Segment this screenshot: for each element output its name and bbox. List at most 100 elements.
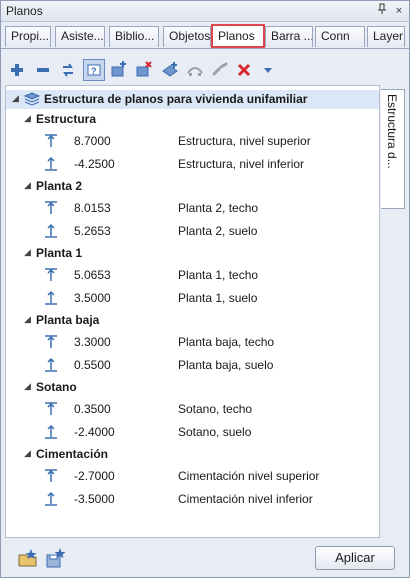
level-bottom-icon <box>42 490 60 508</box>
tree-group[interactable]: ◢ Sotano <box>6 378 379 396</box>
level-bottom-icon <box>42 289 60 307</box>
level-row[interactable]: -2.7000 Cimentación nivel superior <box>6 465 379 487</box>
level-description[interactable]: Planta 2, techo <box>178 201 258 215</box>
tab-propiedades[interactable]: Propi... <box>5 26 51 47</box>
collapse-icon[interactable]: ◢ <box>24 314 31 325</box>
collapse-icon[interactable]: ◢ <box>24 247 31 258</box>
level-top-icon <box>42 400 60 418</box>
level-top-icon <box>42 132 60 150</box>
plan-stack-icon <box>23 92 41 106</box>
level-description[interactable]: Estructura, nivel inferior <box>178 157 304 171</box>
level-value[interactable]: 8.0153 <box>74 201 111 215</box>
collapse-icon[interactable]: ◢ <box>24 381 31 392</box>
level-row[interactable]: 5.0653 Planta 1, techo <box>6 264 379 286</box>
link-icon[interactable] <box>209 59 231 81</box>
title-bar: Planos × <box>1 1 409 22</box>
level-top-icon <box>42 199 60 217</box>
level-description[interactable]: Planta baja, techo <box>178 335 274 349</box>
close-icon[interactable]: × <box>392 3 406 19</box>
add-level-icon[interactable] <box>159 59 181 81</box>
level-description[interactable]: Planta 1, suelo <box>178 291 257 305</box>
level-row[interactable]: -3.5000 Cimentación nivel inferior <box>6 488 379 510</box>
tree-group[interactable]: ◢ Estructura <box>6 110 379 128</box>
side-tab-label: Estructura d... <box>385 94 399 169</box>
group-label: Planta baja <box>36 313 100 327</box>
level-row[interactable]: 0.3500 Sotano, techo <box>6 398 379 420</box>
group-label: Cimentación <box>36 447 109 461</box>
level-value[interactable]: -4.2500 <box>74 157 115 171</box>
level-description[interactable]: Sotano, techo <box>178 402 252 416</box>
level-mode-icon[interactable]: ? <box>83 59 105 81</box>
save-favorite-icon[interactable] <box>45 547 67 569</box>
level-row[interactable]: 0.5500 Planta baja, suelo <box>6 354 379 376</box>
tree-group[interactable]: ◢ Planta 2 <box>6 177 379 195</box>
level-top-icon <box>42 467 60 485</box>
plan-tree: ◢ Estructura de planos para vivienda uni… <box>5 85 380 538</box>
level-description[interactable]: Cimentación nivel superior <box>178 469 319 483</box>
remove-icon[interactable] <box>32 59 54 81</box>
level-description[interactable]: Planta 1, techo <box>178 268 258 282</box>
level-row[interactable]: 3.5000 Planta 1, suelo <box>6 287 379 309</box>
add-icon[interactable] <box>6 59 28 81</box>
level-description[interactable]: Planta baja, suelo <box>178 358 273 372</box>
level-row[interactable]: 8.0153 Planta 2, techo <box>6 197 379 219</box>
collapse-icon[interactable]: ◢ <box>24 448 31 459</box>
group-label: Planta 1 <box>36 246 83 260</box>
side-tab-structure[interactable]: Estructura d... <box>381 89 405 209</box>
tab-bibliotecas[interactable]: Biblio... <box>109 26 159 47</box>
level-description[interactable]: Estructura, nivel superior <box>178 134 311 148</box>
level-value[interactable]: 3.3000 <box>74 335 111 349</box>
collapse-icon[interactable]: ◢ <box>24 180 31 191</box>
tree-group[interactable]: ◢ Planta baja <box>6 311 379 329</box>
open-folder-icon[interactable] <box>17 547 39 569</box>
level-description[interactable]: Cimentación nivel inferior <box>178 492 313 506</box>
level-description[interactable]: Planta 2, suelo <box>178 224 257 238</box>
group-label: Sotano <box>36 380 77 394</box>
level-row[interactable]: -2.4000 Sotano, suelo <box>6 421 379 443</box>
footer-bar: Aplicar <box>1 539 409 577</box>
level-row[interactable]: 5.2653 Planta 2, suelo <box>6 220 379 242</box>
panel-title: Planos <box>6 4 43 18</box>
level-value[interactable]: 0.5500 <box>74 358 111 372</box>
group-label: Estructura <box>36 112 97 126</box>
add-plan-icon[interactable] <box>108 59 130 81</box>
level-value[interactable]: -2.7000 <box>74 469 115 483</box>
level-value[interactable]: -2.4000 <box>74 425 115 439</box>
toolbar: ? <box>1 56 409 84</box>
apply-button[interactable]: Aplicar <box>315 546 395 570</box>
level-value[interactable]: 5.0653 <box>74 268 111 282</box>
tab-connect[interactable]: Conn <box>315 26 365 47</box>
group-label: Planta 2 <box>36 179 83 193</box>
tab-barra[interactable]: Barra ... <box>265 26 313 47</box>
level-value[interactable]: 0.3500 <box>74 402 111 416</box>
tree-group[interactable]: ◢ Planta 1 <box>6 244 379 262</box>
level-row[interactable]: 8.7000 Estructura, nivel superior <box>6 130 379 152</box>
level-value[interactable]: -3.5000 <box>74 492 115 506</box>
level-bottom-icon <box>42 356 60 374</box>
svg-text:?: ? <box>91 66 97 76</box>
delete-plan-icon[interactable] <box>133 59 155 81</box>
level-description[interactable]: Sotano, suelo <box>178 425 251 439</box>
swap-icon[interactable] <box>57 59 79 81</box>
collapse-icon[interactable]: ◢ <box>12 93 19 104</box>
tab-objetos[interactable]: Objetos <box>163 26 211 47</box>
level-value[interactable]: 8.7000 <box>74 134 111 148</box>
pin-icon[interactable] <box>375 3 389 19</box>
level-row[interactable]: -4.2500 Estructura, nivel inferior <box>6 153 379 175</box>
hide-icon[interactable] <box>184 59 206 81</box>
tree-root[interactable]: ◢ Estructura de planos para vivienda uni… <box>6 90 379 109</box>
level-value[interactable]: 5.2653 <box>74 224 111 238</box>
tab-layer[interactable]: Layer <box>367 26 405 47</box>
level-top-icon <box>42 333 60 351</box>
dropdown-icon[interactable] <box>257 59 279 81</box>
tree-group[interactable]: ◢ Cimentación <box>6 445 379 463</box>
collapse-icon[interactable]: ◢ <box>24 113 31 124</box>
delete-icon[interactable] <box>233 59 255 81</box>
tab-planos[interactable]: Planos <box>211 24 265 48</box>
level-bottom-icon <box>42 155 60 173</box>
level-row[interactable]: 3.3000 Planta baja, techo <box>6 331 379 353</box>
level-top-icon <box>42 266 60 284</box>
tab-asistentes[interactable]: Asiste... <box>55 26 105 47</box>
level-value[interactable]: 3.5000 <box>74 291 111 305</box>
tab-divider <box>1 48 409 49</box>
